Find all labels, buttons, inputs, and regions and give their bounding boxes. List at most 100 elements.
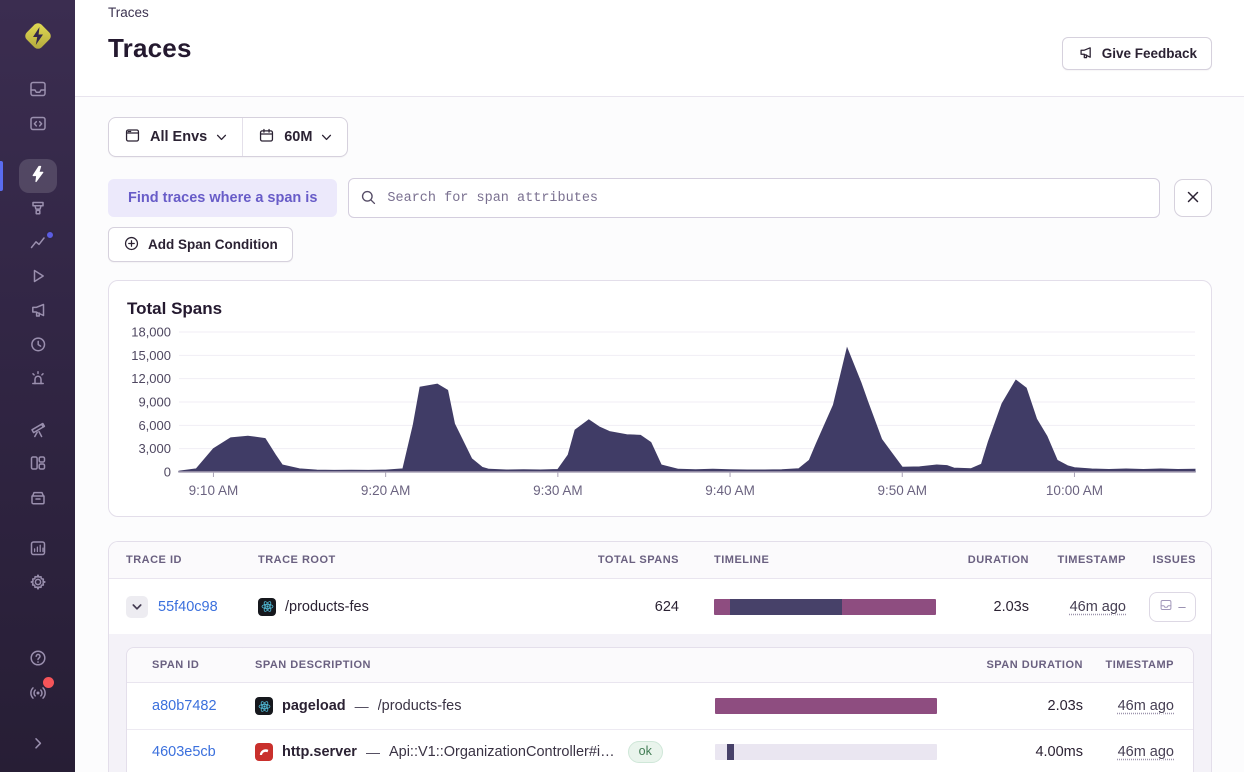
page-filter-bar: All Envs 60M xyxy=(108,117,349,157)
sidebar-item-discover[interactable] xyxy=(19,414,57,448)
sidebar-item-issues[interactable] xyxy=(19,74,57,108)
time-range-filter[interactable]: 60M xyxy=(243,118,347,156)
span-op: pageload xyxy=(282,698,346,714)
sidebar-item-replays[interactable] xyxy=(19,261,57,295)
svg-text:9:10 AM: 9:10 AM xyxy=(189,483,239,498)
sidebar-item-projects[interactable] xyxy=(19,108,57,142)
chevron-down-icon xyxy=(321,129,332,145)
total-spans-chart[interactable]: 0 3,000 6,000 9,000 12,000 15,000 18,000 9:10 A… xyxy=(109,325,1213,505)
sidebar-item-feedback[interactable] xyxy=(19,295,57,329)
react-project-icon xyxy=(255,697,273,715)
span-timeline-bar[interactable] xyxy=(715,698,937,714)
code-folder-icon xyxy=(28,113,48,138)
sidebar-item-insights[interactable] xyxy=(19,227,57,261)
calendar-icon xyxy=(258,127,275,148)
span-attributes-search-input[interactable] xyxy=(348,178,1160,218)
col-span-timestamp: Timestamp xyxy=(1105,659,1174,671)
close-icon xyxy=(1185,189,1201,208)
window-icon xyxy=(124,127,141,148)
give-feedback-label: Give Feedback xyxy=(1101,46,1197,61)
span-id-link[interactable]: 4603e5cb xyxy=(152,744,255,760)
give-feedback-button[interactable]: Give Feedback xyxy=(1061,37,1212,70)
sidebar-item-traces[interactable] xyxy=(0,159,57,193)
span-id-link[interactable]: a80b7482 xyxy=(152,698,255,714)
sidebar-collapse-button[interactable] xyxy=(19,728,57,762)
react-project-icon xyxy=(258,597,276,616)
environment-filter[interactable]: All Envs xyxy=(109,118,242,156)
span-duration: 2.03s xyxy=(1047,698,1083,714)
main-area: All Envs 60M Find traces where a span is xyxy=(75,97,1244,772)
clear-search-button[interactable] xyxy=(1174,179,1212,217)
sidebar-item-profiling[interactable] xyxy=(19,193,57,227)
col-duration: Duration xyxy=(967,554,1029,566)
insights-notification-dot xyxy=(44,230,55,240)
plus-circle-icon xyxy=(123,235,140,255)
col-span-id: Span ID xyxy=(152,659,200,671)
chevron-down-icon xyxy=(216,129,227,145)
spans-table-header: Span ID Span Description Span Duration T… xyxy=(127,648,1193,683)
inbox-icon xyxy=(1159,598,1173,615)
inbox-icon xyxy=(28,79,48,104)
search-box xyxy=(348,178,1160,218)
play-icon xyxy=(28,266,48,291)
span-timestamp[interactable]: 46m ago xyxy=(1118,698,1174,714)
add-span-condition-label: Add Span Condition xyxy=(148,237,278,252)
sidebar-item-alerts[interactable] xyxy=(19,363,57,397)
page-header: Traces Traces Give Feedback xyxy=(75,0,1244,97)
sidebar-item-dashboards[interactable] xyxy=(19,448,57,482)
span-row: 4603e5cb http.server — Api::V1::Organiza… xyxy=(127,730,1193,772)
svg-text:6,000: 6,000 xyxy=(138,418,171,433)
span-duration: 4.00ms xyxy=(1035,744,1083,760)
stats-icon xyxy=(28,538,48,563)
help-icon xyxy=(28,648,48,673)
col-trace-id: Trace ID xyxy=(126,554,182,566)
lightning-icon xyxy=(28,164,48,189)
chart-title: Total Spans xyxy=(127,299,223,318)
traces-table-header: Trace ID Trace Root Total Spans Timeline… xyxy=(109,542,1211,579)
sidebar-item-stats[interactable] xyxy=(19,533,57,567)
page-title: Traces xyxy=(108,33,192,63)
total-spans-chart-card: Total Spans 0 3,000 6,000 9,000 12,000 15,000… xyxy=(108,280,1212,517)
span-op: http.server xyxy=(282,744,357,760)
trace-timeline-bar[interactable] xyxy=(714,598,936,615)
telescope-icon xyxy=(28,419,48,444)
span-status-badge: ok xyxy=(627,741,663,763)
svg-text:18,000: 18,000 xyxy=(131,325,171,340)
traces-table: Trace ID Trace Root Total Spans Timeline… xyxy=(108,541,1212,772)
content: Traces Traces Give Feedback All Envs 60M… xyxy=(75,0,1244,772)
sidebar-item-help[interactable] xyxy=(19,643,57,677)
megaphone-icon xyxy=(1077,44,1094,64)
svg-text:9:20 AM: 9:20 AM xyxy=(361,483,411,498)
sidebar-item-crons[interactable] xyxy=(19,329,57,363)
separator: — xyxy=(354,698,369,714)
time-range-filter-label: 60M xyxy=(284,129,313,145)
sentry-logo[interactable] xyxy=(18,16,58,56)
span-timeline-bar[interactable] xyxy=(715,744,937,760)
siren-icon xyxy=(28,368,48,393)
span-timestamp[interactable]: 46m ago xyxy=(1118,744,1174,760)
svg-text:9:50 AM: 9:50 AM xyxy=(877,483,927,498)
trace-id-link[interactable]: 55f40c98 xyxy=(158,599,218,615)
col-issues: Issues xyxy=(1152,554,1196,566)
chevron-down-icon xyxy=(132,603,142,610)
span-row: a80b7482 pageload — /products-fes 2.03s xyxy=(127,683,1193,730)
sidebar-item-whats-new[interactable] xyxy=(19,677,57,711)
sidebar xyxy=(0,0,75,772)
col-trace-root: Trace Root xyxy=(258,554,336,566)
environment-filter-label: All Envs xyxy=(150,129,208,145)
add-span-condition-button[interactable]: Add Span Condition xyxy=(108,227,293,262)
sidebar-item-releases[interactable] xyxy=(19,482,57,516)
svg-text:15,000: 15,000 xyxy=(131,348,171,363)
gear-icon xyxy=(28,572,48,597)
col-timeline: Timeline xyxy=(714,554,770,566)
trace-duration: 2.03s xyxy=(993,598,1029,615)
trace-timestamp[interactable]: 46m ago xyxy=(1070,599,1126,615)
megaphone-icon xyxy=(28,300,48,325)
expanded-trace-panel: Span ID Span Description Span Duration T… xyxy=(109,634,1211,772)
svg-text:9:30 AM: 9:30 AM xyxy=(533,483,583,498)
span-description: /products-fes xyxy=(377,698,462,714)
trace-issues-button[interactable]: – xyxy=(1149,591,1196,622)
collapse-trace-button[interactable] xyxy=(126,595,148,618)
archive-icon xyxy=(28,487,48,512)
sidebar-item-settings[interactable] xyxy=(19,567,57,601)
